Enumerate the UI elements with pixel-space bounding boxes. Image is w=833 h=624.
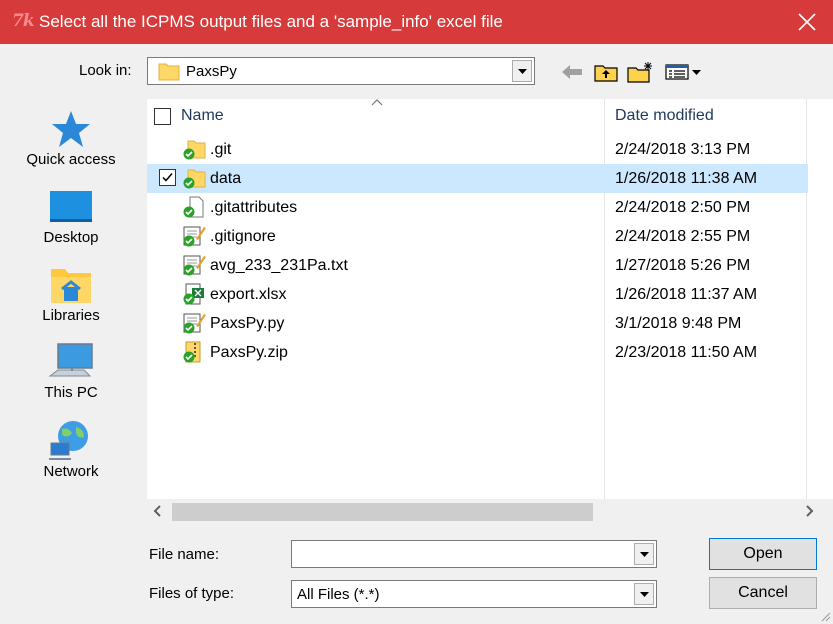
sort-ascending-icon: [371, 99, 383, 106]
back-arrow-icon: [562, 65, 582, 79]
row-checkbox[interactable]: [159, 169, 176, 186]
place-label: Quick access: [26, 151, 116, 168]
text-file-synced-icon: [183, 226, 206, 247]
file-list[interactable]: Name Date modified T .git 2/24/2018 3:13…: [147, 99, 808, 499]
cancel-button[interactable]: Cancel: [709, 577, 817, 609]
look-in-combo[interactable]: PaxsPy: [147, 57, 535, 85]
up-folder-icon: [594, 65, 618, 82]
file-row[interactable]: export.xlsx 1/26/2018 11:37 AM M: [147, 280, 808, 309]
files-of-type-label: Files of type:: [149, 585, 235, 602]
computer-icon: [48, 343, 93, 377]
file-date: 1/26/2018 11:38 AM: [615, 170, 758, 187]
horizontal-scrollbar[interactable]: [147, 499, 824, 523]
window-title: Select all the ICPMS output files and a …: [39, 12, 503, 31]
folder-synced-icon: [183, 169, 206, 189]
back-button[interactable]: [561, 60, 583, 84]
select-all-checkbox[interactable]: [154, 108, 171, 125]
file-date: 2/23/2018 11:50 AM: [615, 344, 758, 361]
text-file-synced-icon: [183, 313, 206, 334]
file-name: .git: [210, 141, 232, 158]
file-name: data: [210, 170, 242, 187]
place-quick-access[interactable]: Quick access: [14, 109, 128, 168]
file-synced-icon: [183, 196, 204, 218]
file-date: 2/24/2018 3:13 PM: [615, 141, 751, 158]
file-name: export.xlsx: [210, 286, 287, 303]
file-date: 3/1/2018 9:48 PM: [615, 315, 742, 332]
files-of-type-dropdown-button[interactable]: [634, 583, 654, 605]
look-in-dropdown-button[interactable]: [512, 60, 532, 82]
place-desktop[interactable]: Desktop: [14, 189, 128, 246]
view-menu-button[interactable]: [664, 60, 704, 84]
close-button[interactable]: [781, 0, 833, 44]
look-in-label: Look in:: [79, 62, 132, 79]
file-row[interactable]: .gitattributes 2/24/2018 2:50 PM (: [147, 193, 808, 222]
folder-synced-icon: [183, 140, 206, 160]
file-row[interactable]: .gitignore 2/24/2018 2:55 PM (: [147, 222, 808, 251]
files-of-type-select[interactable]: All Files (*.*): [291, 580, 657, 608]
title-bar: 7k Select all the ICPMS output files and…: [0, 0, 833, 44]
place-this-pc[interactable]: This PC: [14, 342, 128, 401]
place-label: This PC: [44, 384, 98, 401]
column-header-date-modified[interactable]: Date modified: [615, 107, 714, 125]
look-in-value: PaxsPy: [186, 63, 237, 80]
place-label: Libraries: [42, 307, 100, 324]
text-file-synced-icon: [183, 255, 206, 276]
folder-icon: [158, 63, 180, 81]
list-edge: [808, 99, 833, 499]
file-name: PaxsPy.zip: [210, 344, 288, 361]
file-date: 1/27/2018 5:26 PM: [615, 257, 751, 274]
file-name-dropdown-button[interactable]: [634, 543, 654, 565]
file-row[interactable]: .git 2/24/2018 3:13 PM F: [147, 135, 808, 164]
file-date: 2/24/2018 2:55 PM: [615, 228, 751, 245]
place-network[interactable]: Network: [14, 419, 128, 480]
chevron-down-icon: [517, 68, 527, 74]
place-label: Desktop: [43, 229, 99, 246]
chevron-down-icon: [639, 591, 649, 597]
tk-feather-icon: 7k: [12, 11, 35, 31]
file-row[interactable]: avg_233_231Pa.txt 1/27/2018 5:26 PM T: [147, 251, 808, 280]
scroll-left-icon[interactable]: [151, 503, 165, 519]
zip-file-synced-icon: [183, 341, 201, 363]
file-row[interactable]: PaxsPy.zip 2/23/2018 11:50 AM (: [147, 338, 808, 367]
file-name: avg_233_231Pa.txt: [210, 257, 348, 274]
checkmark-icon: [162, 173, 173, 182]
open-button[interactable]: Open: [709, 538, 817, 570]
file-name-label: File name:: [149, 546, 220, 563]
libraries-icon: [51, 269, 91, 303]
file-date: 2/24/2018 2:50 PM: [615, 199, 751, 216]
chevron-down-icon: [639, 551, 649, 557]
close-icon: [798, 13, 816, 31]
resize-grip-icon[interactable]: [819, 610, 831, 622]
view-menu-icon: [665, 64, 701, 80]
new-folder-button[interactable]: [627, 60, 655, 84]
up-folder-button[interactable]: [593, 60, 619, 84]
network-icon: [49, 421, 88, 460]
excel-file-synced-icon: [183, 283, 204, 305]
place-libraries[interactable]: Libraries: [14, 265, 128, 324]
file-row[interactable]: PaxsPy.py 3/1/2018 9:48 PM F: [147, 309, 808, 338]
file-name: .gitattributes: [210, 199, 298, 216]
scroll-right-icon[interactable]: [802, 503, 816, 519]
new-folder-icon: [627, 62, 652, 83]
file-row-selected[interactable]: data 1/26/2018 11:38 AM F: [147, 164, 808, 193]
place-label: Network: [43, 463, 99, 480]
column-header-name[interactable]: Name: [181, 107, 224, 125]
file-name-field[interactable]: [291, 540, 657, 568]
file-name: PaxsPy.py: [210, 315, 285, 332]
file-date: 1/26/2018 11:37 AM: [615, 286, 758, 303]
file-name: .gitignore: [210, 228, 276, 245]
scrollbar-thumb[interactable]: [172, 503, 593, 521]
desktop-icon: [50, 191, 92, 222]
star-icon: [52, 111, 90, 147]
files-of-type-value: All Files (*.*): [297, 586, 380, 603]
